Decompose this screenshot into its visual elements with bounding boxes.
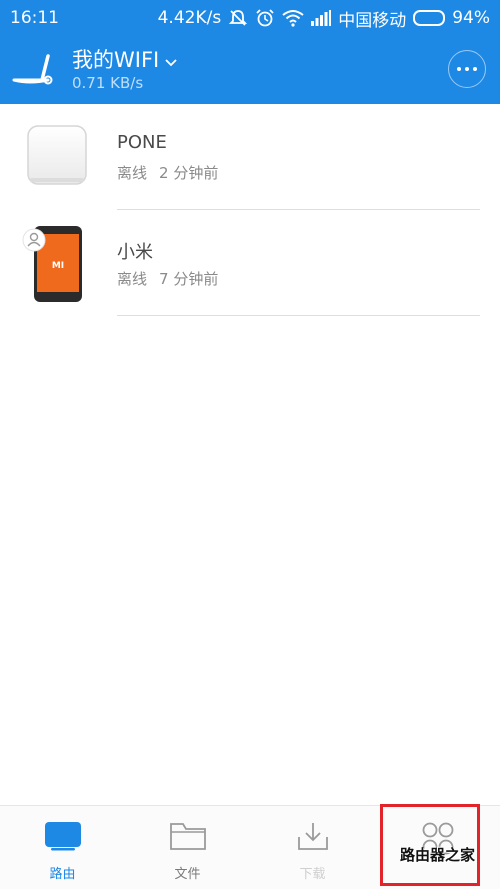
battery-percent: 94% bbox=[452, 8, 490, 28]
device-generic-icon bbox=[26, 124, 90, 192]
divider bbox=[117, 315, 480, 316]
router-logo-icon bbox=[12, 50, 56, 94]
device-list-item[interactable]: MI 小米 离线 7 分钟前 bbox=[0, 210, 500, 316]
device-status: 离线 7 分钟前 bbox=[117, 268, 218, 289]
tab-files[interactable]: 文件 bbox=[125, 806, 250, 889]
carrier-name: 中国移动 bbox=[338, 10, 407, 31]
network-speed-readout: 0.71 KB/s bbox=[72, 74, 144, 92]
phone-brand-text: MI bbox=[52, 261, 64, 271]
signal-icon bbox=[311, 10, 332, 26]
wifi-icon bbox=[282, 9, 304, 27]
tab-label: 文件 bbox=[174, 867, 201, 882]
device-state: 离线 bbox=[117, 164, 148, 182]
tab-download[interactable]: 下载 bbox=[250, 806, 375, 889]
status-time: 16:11 bbox=[10, 8, 59, 28]
status-right: 4.42K/s 中国移动 94% bbox=[158, 6, 490, 31]
tab-label: 路由 bbox=[49, 867, 76, 882]
more-icon-dot bbox=[465, 67, 469, 71]
more-icon-dot bbox=[457, 67, 461, 71]
app-header: 我的WIFI 0.71 KB/s bbox=[0, 36, 500, 104]
battery-icon bbox=[413, 10, 446, 26]
tab-router[interactable]: 路由 bbox=[0, 806, 125, 889]
status-bar: 16:11 4.42K/s 中国移动 94% bbox=[0, 0, 500, 36]
device-name: 小米 bbox=[117, 242, 153, 263]
device-status: 离线 2 分钟前 bbox=[117, 162, 218, 183]
device-last-seen: 2 分钟前 bbox=[159, 164, 219, 182]
alarm-icon bbox=[255, 8, 275, 28]
chevron-down-icon bbox=[165, 48, 177, 72]
router-icon bbox=[44, 821, 82, 855]
watermark: 路由器之家 bbox=[400, 846, 496, 884]
tab-label: 下载 bbox=[299, 867, 326, 882]
device-last-seen: 7 分钟前 bbox=[159, 270, 219, 288]
more-button[interactable] bbox=[448, 50, 486, 88]
folder-icon bbox=[169, 821, 207, 855]
device-name: PONE bbox=[117, 132, 167, 153]
more-icon-dot bbox=[473, 67, 477, 71]
watermark-text: 路由器之家 bbox=[400, 846, 476, 864]
download-icon bbox=[294, 821, 332, 855]
mute-icon bbox=[228, 8, 248, 28]
device-state: 离线 bbox=[117, 270, 148, 288]
page-title: 我的WIFI bbox=[72, 48, 160, 72]
header-title-group[interactable]: 我的WIFI 0.71 KB/s bbox=[72, 48, 177, 92]
device-list-item[interactable]: PONE 离线 2 分钟前 bbox=[0, 104, 500, 210]
network-selector[interactable]: 我的WIFI bbox=[72, 48, 177, 72]
phone-mi-icon: MI bbox=[22, 224, 86, 308]
network-speed: 4.42K/s bbox=[157, 8, 222, 28]
